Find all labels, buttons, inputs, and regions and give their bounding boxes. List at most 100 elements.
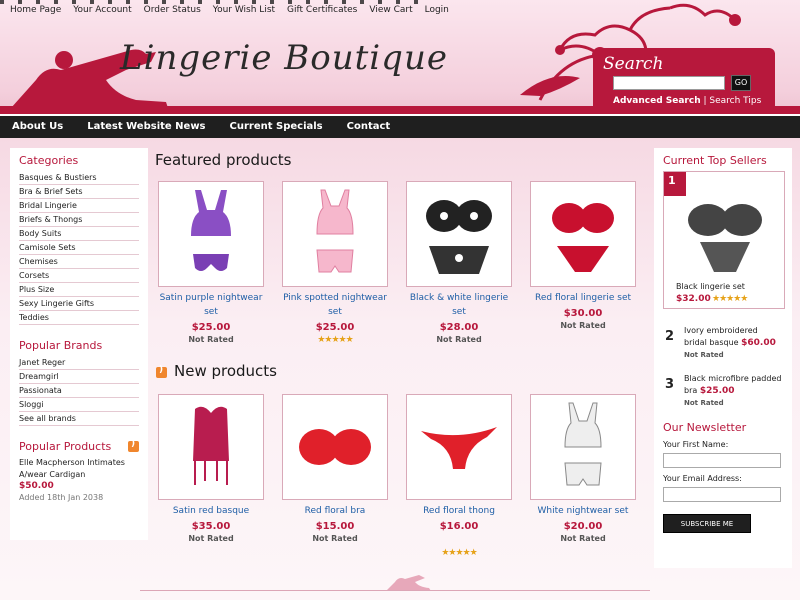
brand-item[interactable]: Sloggi xyxy=(19,398,139,412)
product-name[interactable]: Red floral thong xyxy=(406,504,512,518)
top-seller-name[interactable]: Black lingerie set xyxy=(676,282,745,291)
top-seller-price: $60.00 xyxy=(741,338,776,348)
right-sidebar: Current Top Sellers 1 Black lingerie set… xyxy=(654,148,792,568)
popular-product-name[interactable]: Elle Macpherson Intimates A/wear Cardiga… xyxy=(19,457,139,481)
top-sellers-heading: Current Top Sellers xyxy=(663,154,767,167)
nav-login[interactable]: Login xyxy=(425,5,449,15)
rss-icon[interactable] xyxy=(156,365,167,378)
first-name-label: Your First Name: xyxy=(663,440,729,449)
product-image[interactable] xyxy=(530,394,636,500)
popular-products: Popular Products Elle Macpherson Intimat… xyxy=(19,439,139,502)
nav-order-status[interactable]: Order Status xyxy=(144,5,201,15)
email-field[interactable] xyxy=(663,487,781,502)
search-links: Advanced Search | Search Tips xyxy=(613,96,761,106)
category-item[interactable]: Teddies xyxy=(19,311,139,325)
category-item[interactable]: Chemises xyxy=(19,255,139,269)
top-seller-item[interactable]: 3 Black microfibre padded bra $25.00 Not… xyxy=(663,373,783,409)
brand-item[interactable]: Passionata xyxy=(19,384,139,398)
brands-heading: Popular Brands xyxy=(19,339,103,352)
nav-about-us[interactable]: About Us xyxy=(0,116,75,138)
nav-contact[interactable]: Contact xyxy=(335,116,403,138)
advanced-search-link[interactable]: Advanced Search xyxy=(613,96,701,106)
product-image[interactable] xyxy=(406,394,512,500)
product-image[interactable] xyxy=(282,394,388,500)
left-sidebar: Categories Basques & Bustiers Bra & Brie… xyxy=(10,148,148,540)
newsletter-heading: Our Newsletter xyxy=(663,421,747,434)
top-seller-item[interactable]: 2 Ivory embroidered bridal basque $60.00… xyxy=(663,325,783,361)
product-card[interactable]: Black & white lingerie set $28.00 Not Ra… xyxy=(406,181,512,344)
product-name[interactable]: Satin purple nightwear set xyxy=(158,291,264,319)
product-rating: Not Rated xyxy=(188,534,234,543)
product-card[interactable]: Pink spotted nightwear set $25.00 ★★★★★ xyxy=(282,181,388,345)
product-price: $28.00 xyxy=(439,322,479,333)
product-name[interactable]: Black & white lingerie set xyxy=(406,291,512,319)
nav-account[interactable]: Your Account xyxy=(73,5,131,15)
category-item[interactable]: Plus Size xyxy=(19,283,139,297)
product-image[interactable] xyxy=(158,181,264,287)
product-image[interactable] xyxy=(158,394,264,500)
popular-product-price: $50.00 xyxy=(19,481,54,491)
search-input[interactable] xyxy=(613,76,725,90)
header-stripe xyxy=(0,106,800,114)
nav-home[interactable]: Home Page xyxy=(10,5,61,15)
product-card[interactable]: White nightwear set $20.00 Not Rated xyxy=(530,394,636,543)
rank-number: 3 xyxy=(665,377,675,392)
category-item[interactable]: Camisole Sets xyxy=(19,241,139,255)
product-image[interactable] xyxy=(406,181,512,287)
brand-item[interactable]: Janet Reger xyxy=(19,356,139,370)
product-name[interactable]: Satin red basque xyxy=(158,504,264,518)
footer-silhouette-icon xyxy=(387,575,431,591)
category-item[interactable]: Bra & Brief Sets xyxy=(19,185,139,199)
product-card[interactable]: Red floral lingerie set $30.00 Not Rated xyxy=(530,181,636,330)
top-seller-price: $32.00 xyxy=(676,294,711,304)
product-price: $25.00 xyxy=(191,322,231,333)
product-card[interactable]: Satin red basque $35.00 Not Rated xyxy=(158,394,264,543)
popular-product-added: Added 18th Jan 2038 xyxy=(19,493,104,502)
featured-heading: Featured products xyxy=(155,151,292,169)
category-item[interactable]: Body Suits xyxy=(19,227,139,241)
newsletter: Our Newsletter Your First Name: Your Ema… xyxy=(663,421,783,533)
new-products-heading: New products xyxy=(174,362,277,380)
category-item[interactable]: Bridal Lingerie xyxy=(19,199,139,213)
top-seller-rating: Not Rated xyxy=(684,351,724,359)
nav-current-specials[interactable]: Current Specials xyxy=(218,116,335,138)
rss-icon[interactable] xyxy=(128,439,139,452)
brand-item[interactable]: See all brands xyxy=(19,412,139,426)
categories-list: Basques & Bustiers Bra & Brief Sets Brid… xyxy=(19,171,139,325)
subscribe-button[interactable]: SUBSCRIBE ME xyxy=(663,514,751,533)
category-item[interactable]: Basques & Bustiers xyxy=(19,171,139,185)
nav-gift-certificates[interactable]: Gift Certificates xyxy=(287,5,357,15)
footer-divider xyxy=(140,590,650,591)
product-price: $15.00 xyxy=(315,521,355,532)
main-nav: About Us Latest Website News Current Spe… xyxy=(0,116,800,138)
top-seller-image[interactable] xyxy=(680,192,770,278)
product-name[interactable]: Pink spotted nightwear set xyxy=(282,291,388,319)
top-seller-price: $25.00 xyxy=(699,386,735,396)
header: Home Page Your Account Order Status Your… xyxy=(0,0,800,114)
top-seller-rating: Not Rated xyxy=(684,399,724,407)
brand-item[interactable]: Dreamgirl xyxy=(19,370,139,384)
category-item[interactable]: Briefs & Thongs xyxy=(19,213,139,227)
product-card[interactable]: Red floral thong $16.00 ★★★★★ xyxy=(406,394,512,558)
product-card[interactable]: Red floral bra $15.00 Not Rated xyxy=(282,394,388,543)
site-logo[interactable]: Lingerie Boutique xyxy=(120,38,448,78)
product-name[interactable]: White nightwear set xyxy=(530,504,636,518)
first-name-field[interactable] xyxy=(663,453,781,468)
category-item[interactable]: Corsets xyxy=(19,269,139,283)
decorative-border xyxy=(0,0,420,4)
product-image[interactable] xyxy=(282,181,388,287)
nav-website-news[interactable]: Latest Website News xyxy=(75,116,217,138)
product-image[interactable] xyxy=(530,181,636,287)
nav-wish-list[interactable]: Your Wish List xyxy=(213,5,275,15)
search-tips-link[interactable]: Search Tips xyxy=(709,96,761,106)
product-name[interactable]: Red floral lingerie set xyxy=(530,291,636,305)
nav-view-cart[interactable]: View Cart xyxy=(369,5,412,15)
product-stars: ★★★★★ xyxy=(441,548,477,558)
category-item[interactable]: Sexy Lingerie Gifts xyxy=(19,297,139,311)
top-seller-featured[interactable]: 1 Black lingerie set $32.00 ★★★★★ xyxy=(663,171,785,309)
product-stars: ★★★★★ xyxy=(317,335,353,345)
search-go-button[interactable]: GO xyxy=(731,75,751,91)
product-card[interactable]: Satin purple nightwear set $25.00 Not Ra… xyxy=(158,181,264,344)
top-seller-stars: ★★★★★ xyxy=(712,294,748,304)
product-name[interactable]: Red floral bra xyxy=(282,504,388,518)
